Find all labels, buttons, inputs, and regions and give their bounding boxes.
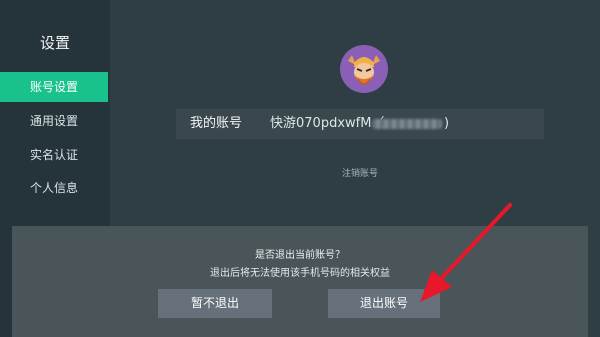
account-id: 快游070pdxwfM（ bbox=[270, 116, 385, 131]
stay-logged-in-button[interactable]: 暂不退出 bbox=[158, 289, 272, 318]
dialog-question: 是否退出当前账号？ bbox=[255, 250, 345, 261]
dialog-subtitle: 退出后将无法使用该手机号码的相关权益 bbox=[210, 268, 390, 279]
sidebar-item-general-settings[interactable]: 通用设置 bbox=[0, 106, 108, 136]
account-label: 我的账号 bbox=[190, 116, 243, 131]
sidebar-item-account-settings[interactable]: 账号设置 bbox=[0, 72, 108, 102]
account-closing-paren: ) bbox=[444, 116, 450, 131]
sidebar-title: 设置 bbox=[39, 34, 70, 52]
sidebar-item-real-name-verification[interactable]: 实名认证 bbox=[0, 140, 108, 170]
warrior-avatar-icon[interactable] bbox=[340, 45, 388, 93]
logout-confirm-dialog: 是否退出当前账号？ 退出后将无法使用该手机号码的相关权益 暂不退出 退出账号 bbox=[12, 226, 588, 337]
my-account-row: 我的账号 快游070pdxwfM（ ) bbox=[176, 109, 544, 139]
logout-button[interactable]: 退出账号 bbox=[328, 289, 440, 318]
sidebar-item-personal-info[interactable]: 个人信息 bbox=[0, 173, 108, 203]
masked-phone-number bbox=[372, 119, 442, 129]
deregister-account-link[interactable]: 注销账号 bbox=[320, 166, 400, 179]
